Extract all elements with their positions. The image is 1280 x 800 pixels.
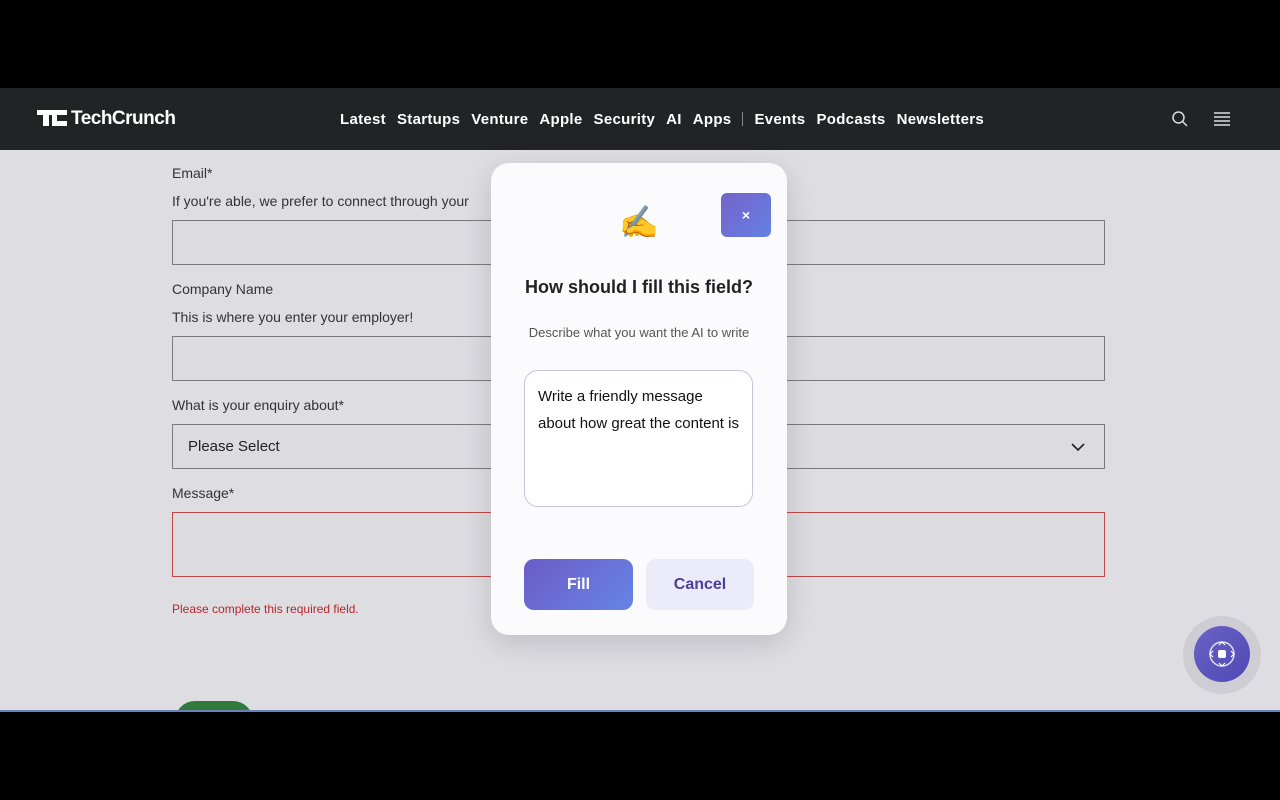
close-button[interactable]: ×: [721, 193, 771, 237]
techcrunch-logo[interactable]: TechCrunch: [37, 107, 176, 131]
logo-text: TechCrunch: [71, 108, 176, 129]
main-nav: Latest Startups Venture Apple Security A…: [340, 88, 995, 150]
nav-latest[interactable]: Latest: [340, 111, 386, 128]
message-label: Message*: [172, 485, 235, 501]
menu-icon[interactable]: [1213, 110, 1231, 128]
company-label: Company Name: [172, 281, 274, 297]
nav-startups[interactable]: Startups: [397, 111, 460, 128]
fill-button[interactable]: Fill: [524, 559, 633, 610]
nav-ai[interactable]: AI: [666, 111, 682, 128]
site-header: TechCrunch Latest Startups Venture Apple…: [0, 88, 1280, 150]
assistant-icon: [1209, 641, 1235, 667]
nav-apps[interactable]: Apps: [693, 111, 732, 128]
search-icon[interactable]: [1171, 110, 1189, 128]
nav-apple[interactable]: Apple: [539, 111, 582, 128]
writing-hand-icon: ✍️: [619, 204, 659, 240]
nav-newsletters[interactable]: Newsletters: [897, 111, 985, 128]
prompt-textarea[interactable]: Write a friendly message about how great…: [524, 370, 753, 507]
nav-security[interactable]: Security: [594, 111, 656, 128]
browser-viewport: TechCrunch Latest Startups Venture Apple…: [0, 88, 1280, 712]
dialog-subtitle: Describe what you want the AI to write: [528, 325, 750, 340]
enquiry-label: What is your enquiry about*: [172, 397, 344, 413]
company-help-text: This is where you enter your employer!: [172, 309, 414, 325]
assistant-widget-button[interactable]: [1194, 626, 1250, 682]
submit-button[interactable]: [175, 701, 253, 710]
email-label: Email*: [172, 165, 213, 181]
cancel-button[interactable]: Cancel: [646, 559, 754, 610]
ai-fill-dialog: ✍️ × How should I fill this field? Descr…: [491, 163, 787, 635]
message-error: Please complete this required field.: [172, 602, 359, 616]
nav-divider: [742, 112, 744, 126]
enquiry-selected-value: Please Select: [188, 438, 280, 455]
techcrunch-logo-icon: [37, 110, 67, 128]
nav-venture[interactable]: Venture: [471, 111, 528, 128]
email-help-text: If you're able, we prefer to connect thr…: [172, 193, 469, 209]
dialog-title: How should I fill this field?: [525, 277, 753, 297]
nav-podcasts[interactable]: Podcasts: [816, 111, 885, 128]
chevron-down-icon: [1071, 443, 1085, 452]
nav-events[interactable]: Events: [754, 111, 805, 128]
